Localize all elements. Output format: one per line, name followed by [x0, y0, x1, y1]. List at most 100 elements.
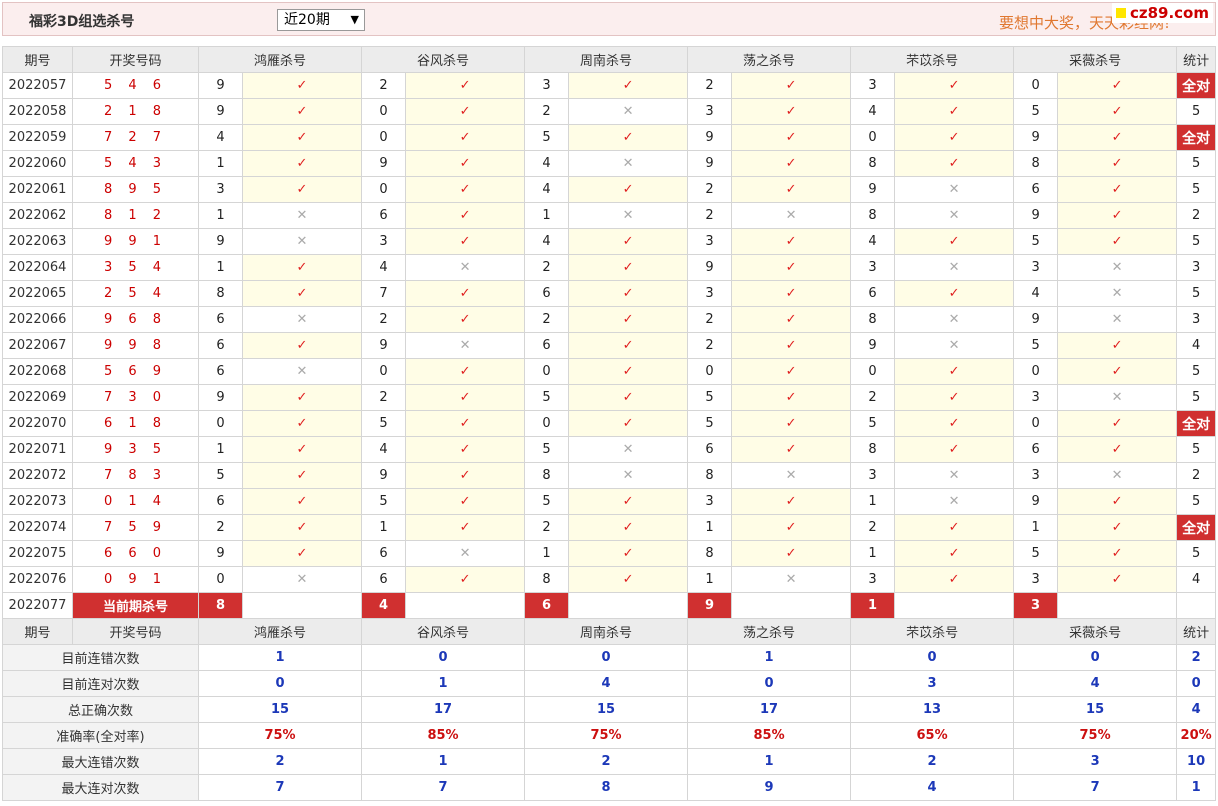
- kill-number-caiwei: 8: [1013, 150, 1059, 177]
- check-icon: ✓: [405, 514, 526, 541]
- check-icon: ✓: [568, 254, 689, 281]
- issue-cell: 2022069: [2, 384, 73, 411]
- kill-number-zhounan: 2: [524, 514, 570, 541]
- issue-cell: 2022067: [2, 332, 73, 359]
- kill-number-dangzhi: 9: [687, 124, 733, 151]
- current-kill-zhounan: 6: [524, 592, 570, 619]
- check-icon: ✓: [894, 150, 1015, 177]
- stat-value-fuyi: 3: [850, 670, 1015, 697]
- check-icon: ✓: [568, 384, 689, 411]
- kill-number-hongyan: 3: [198, 176, 243, 203]
- column-header: 开奖号码: [72, 618, 199, 645]
- kill-number-dangzhi: 5: [687, 410, 733, 437]
- issue-cell: 2022076: [2, 566, 73, 593]
- check-icon: ✓: [894, 280, 1015, 307]
- kill-number-zhounan: 8: [524, 566, 570, 593]
- check-icon: ✓: [568, 306, 689, 333]
- table-row: 2022057 5 4 6 9 ✓ 2 ✓ 3 ✓ 2 ✓ 3 ✓ 0 ✓ 全对: [2, 72, 1217, 99]
- kill-number-gufeng: 9: [361, 150, 407, 177]
- table-row: 2022063 9 9 1 9 ✕ 3 ✓ 4 ✓ 3 ✓ 4 ✓ 5 ✓ 5: [2, 228, 1217, 255]
- check-icon: ✓: [405, 98, 526, 125]
- cross-icon: ✕: [894, 202, 1015, 229]
- check-icon: ✓: [568, 332, 689, 359]
- stat-value-zhounan: 15: [524, 696, 689, 723]
- stat-value-zhounan: 0: [524, 644, 689, 671]
- stat-count-cell: 5: [1176, 150, 1217, 177]
- period-select[interactable]: 近20期 ▼: [277, 9, 365, 31]
- table-subheader: 期号 开奖号码 鸿雁杀号 谷风杀号 周南杀号 荡之杀号 芣苡杀号 采薇杀号 统计: [2, 618, 1217, 645]
- kill-number-gufeng: 6: [361, 202, 407, 229]
- kill-number-caiwei: 0: [1013, 358, 1059, 385]
- kill-number-dangzhi: 1: [687, 566, 733, 593]
- cross-icon: ✕: [241, 202, 363, 229]
- check-icon: ✓: [405, 358, 526, 385]
- stat-value-caiwei: 15: [1013, 696, 1178, 723]
- stat-count-cell: 全对: [1176, 410, 1217, 437]
- stat-row: 目前连错次数 1 0 0 1 0 0 2: [2, 644, 1217, 671]
- issue-cell: 2022070: [2, 410, 73, 437]
- cross-icon: ✕: [894, 176, 1015, 203]
- stat-row: 目前连对次数 0 1 4 0 3 4 0: [2, 670, 1217, 697]
- table-row: 2022059 7 2 7 4 ✓ 0 ✓ 5 ✓ 9 ✓ 0 ✓ 9 ✓ 全对: [2, 124, 1217, 151]
- kill-number-hongyan: 1: [198, 150, 243, 177]
- check-icon: ✓: [241, 254, 363, 281]
- table-row: 2022061 8 9 5 3 ✓ 0 ✓ 4 ✓ 2 ✓ 9 ✕ 6 ✓ 5: [2, 176, 1217, 203]
- kill-number-hongyan: 6: [198, 358, 243, 385]
- check-icon: ✓: [405, 488, 526, 515]
- kill-number-dangzhi: 2: [687, 176, 733, 203]
- table-row: 2022076 0 9 1 0 ✕ 6 ✓ 8 ✓ 1 ✕ 3 ✓ 3 ✓ 4: [2, 566, 1217, 593]
- stat-value-zhounan: 75%: [524, 722, 689, 749]
- current-kill-fuyi: 1: [850, 592, 896, 619]
- check-icon: ✓: [731, 176, 852, 203]
- table-row: 2022062 8 1 2 1 ✕ 6 ✓ 1 ✕ 2 ✕ 8 ✕ 9 ✓ 2: [2, 202, 1217, 229]
- cross-icon: ✕: [405, 332, 526, 359]
- kill-number-dangzhi: 9: [687, 254, 733, 281]
- check-icon: ✓: [405, 150, 526, 177]
- stat-value-caiwei: 75%: [1013, 722, 1178, 749]
- table-row: 2022073 0 1 4 6 ✓ 5 ✓ 5 ✓ 3 ✓ 1 ✕ 9 ✓ 5: [2, 488, 1217, 515]
- kill-number-gufeng: 2: [361, 72, 407, 99]
- draw-number-cell: 9 9 8: [72, 332, 199, 359]
- kill-number-zhounan: 0: [524, 410, 570, 437]
- kill-number-fuyi: 3: [850, 254, 896, 281]
- cross-icon: ✕: [568, 436, 689, 463]
- cross-icon: ✕: [568, 462, 689, 489]
- check-icon: ✓: [241, 462, 363, 489]
- kill-number-gufeng: 9: [361, 462, 407, 489]
- check-icon: ✓: [731, 124, 852, 151]
- column-header: 谷风杀号: [361, 46, 526, 73]
- stat-count-cell: 5: [1176, 358, 1217, 385]
- stat-value-zhounan: 2: [524, 748, 689, 775]
- column-header: 开奖号码: [72, 46, 199, 73]
- stat-count-cell: 3: [1176, 306, 1217, 333]
- kill-number-gufeng: 4: [361, 436, 407, 463]
- stat-total: 0: [1176, 670, 1217, 697]
- cross-icon: ✕: [568, 202, 689, 229]
- stat-count-cell: 全对: [1176, 124, 1217, 151]
- column-header: 统计: [1176, 618, 1217, 645]
- check-icon: ✓: [731, 72, 852, 99]
- current-kill-dangzhi: 9: [687, 592, 733, 619]
- site-logo[interactable]: cz89.com: [1111, 3, 1213, 23]
- check-icon: ✓: [894, 410, 1015, 437]
- kill-number-hongyan: 0: [198, 566, 243, 593]
- stat-value-gufeng: 7: [361, 774, 526, 801]
- issue-cell: 2022074: [2, 514, 73, 541]
- kill-number-fuyi: 4: [850, 228, 896, 255]
- kill-number-fuyi: 0: [850, 124, 896, 151]
- check-icon: ✓: [241, 410, 363, 437]
- kill-number-gufeng: 9: [361, 332, 407, 359]
- check-icon: ✓: [1057, 410, 1178, 437]
- kill-number-hongyan: 5: [198, 462, 243, 489]
- stat-value-hongyan: 2: [197, 748, 363, 775]
- cross-icon: ✕: [1057, 384, 1178, 411]
- table-row: 2022068 5 6 9 6 ✕ 0 ✓ 0 ✓ 0 ✓ 0 ✓ 0 ✓ 5: [2, 358, 1217, 385]
- stat-total: 20%: [1176, 722, 1217, 749]
- kill-number-zhounan: 6: [524, 280, 570, 307]
- check-icon: ✓: [1057, 332, 1178, 359]
- kill-number-fuyi: 6: [850, 280, 896, 307]
- cross-icon: ✕: [1057, 254, 1178, 281]
- current-kill-gufeng: 4: [361, 592, 407, 619]
- cross-icon: ✕: [568, 98, 689, 125]
- stat-value-hongyan: 7: [197, 774, 363, 801]
